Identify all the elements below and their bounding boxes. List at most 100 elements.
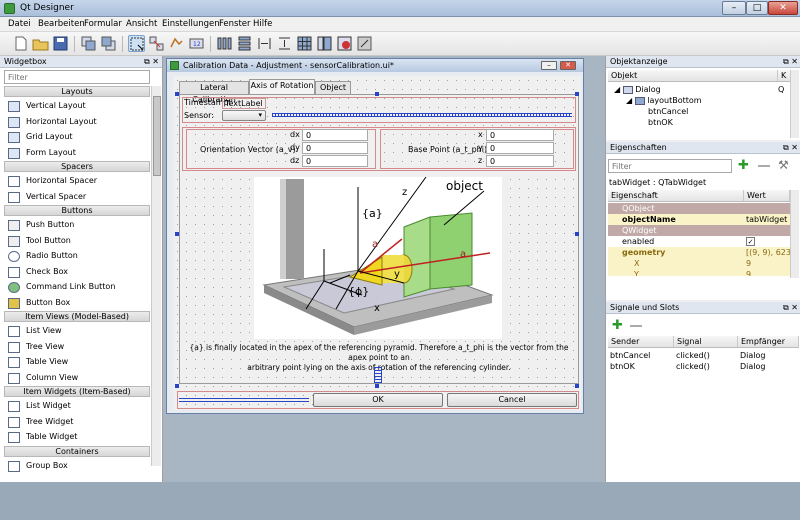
scrollbar-thumb[interactable] [153, 96, 161, 176]
menu-formular[interactable]: Formular [84, 19, 122, 29]
layout-horizontal-icon[interactable] [216, 35, 233, 52]
connection-signal[interactable]: clicked() [676, 350, 710, 361]
dock-buttons[interactable]: ⧉ ✕ [783, 56, 798, 68]
col-receiver[interactable]: Empfänger [738, 336, 799, 348]
category-spacers[interactable]: Spacers [4, 161, 150, 172]
object-inspector-scrollbar[interactable] [790, 70, 799, 138]
x-spinbox[interactable]: 0 [486, 129, 554, 141]
edit-tab-order-icon[interactable]: 12 [188, 35, 205, 52]
minimize-button[interactable]: – [722, 1, 746, 15]
tab-axis-of-rotation[interactable]: Axis of Rotation [249, 79, 315, 94]
widget-horizontal-spacer[interactable]: Horizontal Spacer [4, 174, 150, 190]
widget-radio-button[interactable]: Radio Button [4, 249, 150, 265]
adjust-size-icon[interactable] [356, 35, 373, 52]
tab-object[interactable]: Object [315, 81, 351, 94]
widget-vertical-spacer[interactable]: Vertical Spacer [4, 190, 150, 206]
send-to-back-icon[interactable] [100, 35, 117, 52]
property-enabled-checkbox[interactable]: ✓ [746, 237, 755, 246]
col-object[interactable]: Objekt [608, 70, 778, 82]
edit-signals-slots-icon[interactable] [148, 35, 165, 52]
layout-vertical-icon[interactable] [236, 35, 253, 52]
widget-column-view[interactable]: Column View [4, 371, 150, 387]
layout-form-icon[interactable] [316, 35, 333, 52]
dx-spinbox[interactable]: 0 [302, 129, 368, 141]
selection-handle[interactable] [375, 92, 379, 96]
category-item-widgets[interactable]: Item Widgets (Item-Based) [4, 386, 150, 397]
new-file-icon[interactable] [12, 35, 29, 52]
widget-check-box[interactable]: Check Box [4, 265, 150, 281]
tree-item-btn-ok[interactable]: btnOK [648, 117, 673, 128]
selection-handle[interactable] [175, 232, 179, 236]
connection-receiver[interactable]: Dialog [740, 350, 765, 361]
col-signal[interactable]: Signal [674, 336, 738, 348]
dock-buttons[interactable]: ⧉ ✕ [783, 302, 798, 314]
widget-table-widget[interactable]: Table Widget [4, 430, 150, 446]
edit-buddies-icon[interactable] [168, 35, 185, 52]
col-value[interactable]: Wert [744, 190, 790, 202]
sensor-combobox[interactable]: ▾ [222, 110, 266, 121]
property-group-qobject[interactable]: QObject [608, 203, 790, 214]
connection-signal[interactable]: clicked() [676, 361, 710, 372]
selection-handle[interactable] [575, 232, 579, 236]
widget-filter-input[interactable] [4, 70, 150, 84]
connection-receiver[interactable]: Dialog [740, 361, 765, 372]
widget-grid-layout[interactable]: Grid Layout [4, 130, 150, 146]
widget-list-view[interactable]: List View [4, 324, 150, 340]
menu-ansicht[interactable]: Ansicht [126, 19, 157, 29]
bring-to-front-icon[interactable] [80, 35, 97, 52]
cancel-button[interactable]: Cancel [447, 393, 577, 407]
configure-icon[interactable]: ⚒ [778, 158, 789, 172]
widget-tree-widget[interactable]: Tree Widget [4, 415, 150, 431]
selection-handle[interactable] [575, 384, 579, 388]
selection-handle[interactable] [575, 92, 579, 96]
property-objectname-value[interactable]: tabWidget [744, 214, 790, 225]
menu-datei[interactable]: Datei [8, 19, 31, 29]
z-spinbox[interactable]: 0 [486, 155, 554, 167]
remove-connection-icon[interactable] [630, 325, 642, 327]
menu-fenster[interactable]: Fenster [219, 19, 251, 29]
add-dynamic-property-icon[interactable]: ✚ [738, 159, 749, 172]
col-property[interactable]: Eigenschaft [608, 190, 744, 202]
menu-einstellungen[interactable]: Einstellungen [162, 19, 220, 29]
tree-item-btn-cancel[interactable]: btnCancel [648, 106, 688, 117]
menu-bearbeiten[interactable]: Bearbeiten [38, 19, 85, 29]
save-icon[interactable] [52, 35, 69, 52]
category-containers[interactable]: Containers [4, 445, 150, 457]
add-connection-icon[interactable]: ✚ [612, 319, 623, 332]
selection-handle[interactable] [375, 384, 379, 388]
widget-table-view[interactable]: Table View [4, 355, 150, 371]
property-geometry-value[interactable]: [(9, 9), 623 [744, 247, 790, 258]
widget-button-box[interactable]: Button Box [4, 296, 150, 312]
layout-horizontal-splitter-icon[interactable] [256, 35, 273, 52]
widget-vertical-layout[interactable]: Vertical Layout [4, 99, 150, 115]
widget-group-box[interactable]: Group Box [4, 459, 150, 475]
property-editor-scrollbar[interactable] [790, 190, 799, 278]
dock-buttons[interactable]: ⧉ ✕ [783, 142, 798, 154]
selection-handle[interactable] [175, 92, 179, 96]
property-x-value[interactable]: 9 [744, 258, 790, 269]
layout-grid-icon[interactable] [296, 35, 313, 52]
edit-widgets-icon[interactable] [128, 35, 145, 52]
property-filter-input[interactable] [608, 159, 732, 173]
widget-tree-view[interactable]: Tree View [4, 340, 150, 356]
property-y-value[interactable]: 9 [744, 269, 790, 276]
y-spinbox[interactable]: 0 [486, 142, 554, 154]
col-sender[interactable]: Sender [608, 336, 674, 348]
category-buttons[interactable]: Buttons [4, 205, 150, 216]
dz-spinbox[interactable]: 0 [302, 155, 368, 167]
widget-push-button[interactable]: Push Button [4, 218, 150, 234]
selection-handle[interactable] [175, 384, 179, 388]
ok-button[interactable]: OK [313, 393, 443, 407]
open-folder-icon[interactable] [32, 35, 49, 52]
widget-tool-button[interactable]: Tool Button [4, 234, 150, 250]
widget-form-layout[interactable]: Form Layout [4, 146, 150, 162]
category-layouts[interactable]: Layouts [4, 86, 150, 97]
break-layout-icon[interactable] [336, 35, 353, 52]
dy-spinbox[interactable]: 0 [302, 142, 368, 154]
connection-sender[interactable]: btnOK [610, 361, 635, 372]
dock-buttons[interactable]: ⧉ ✕ [144, 56, 159, 68]
widget-box-scrollbar[interactable] [151, 86, 161, 466]
tree-item-dialog[interactable]: ◢ Dialog [614, 84, 661, 95]
connection-sender[interactable]: btnCancel [610, 350, 650, 361]
close-button[interactable]: ✕ [768, 1, 798, 15]
